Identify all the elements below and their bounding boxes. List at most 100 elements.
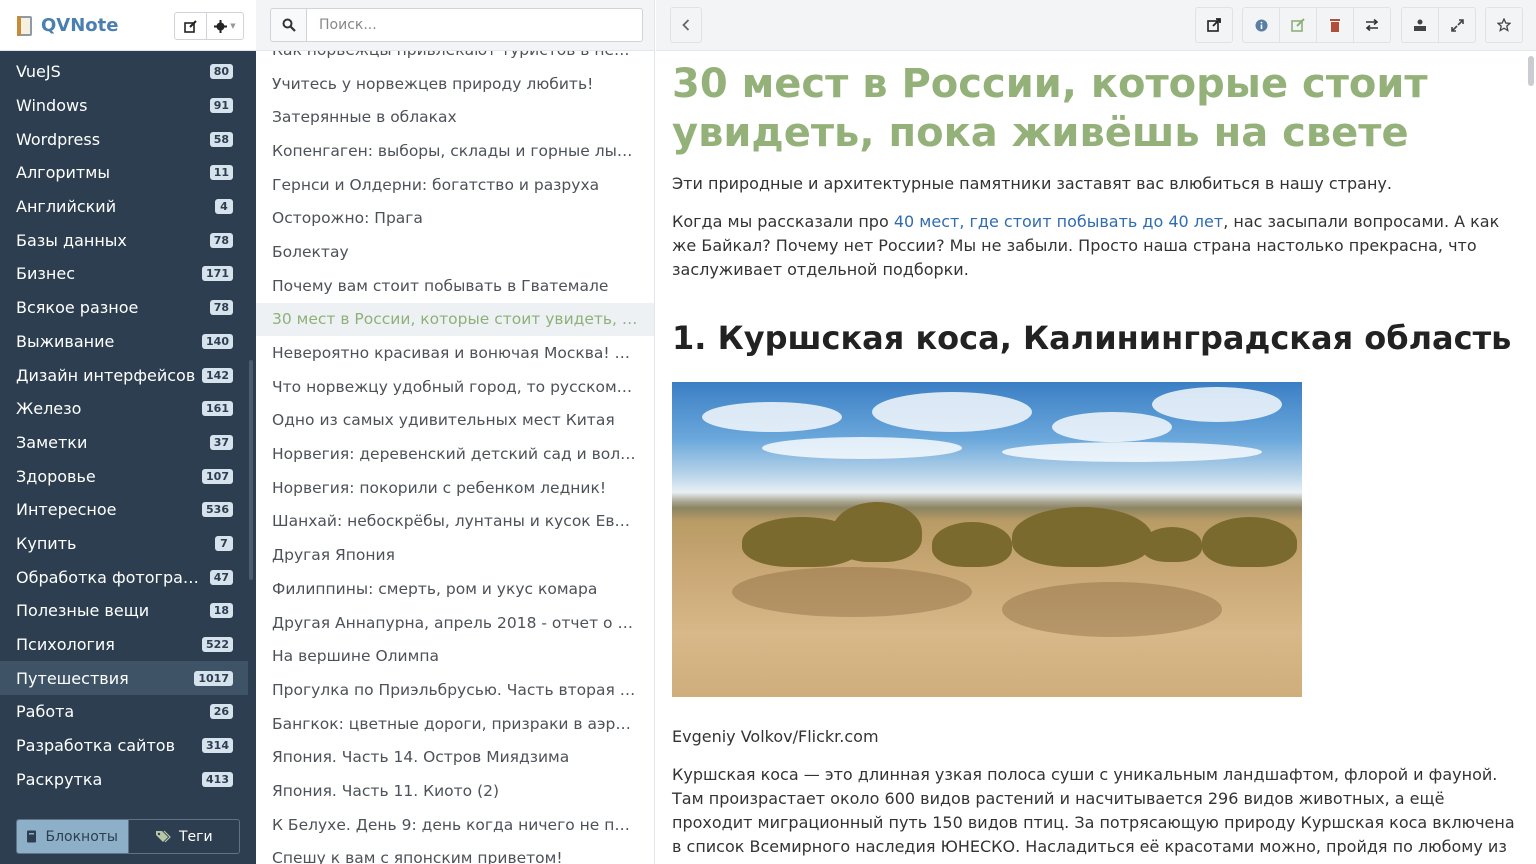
note-list-item[interactable]: Прогулка по Приэльбрусью. Часть вторая и… <box>256 673 654 707</box>
notebook-item[interactable]: Интересное 536 <box>0 493 248 527</box>
notebook-label: Здоровье <box>16 466 96 486</box>
star-icon <box>1497 18 1511 32</box>
note-list-item[interactable]: Шанхай: небоскрёбы, лунтаны и кусок Евро… <box>256 505 654 539</box>
note-list-item[interactable]: Филиппины: смерть, ром и укус комара <box>256 572 654 606</box>
notebook-item[interactable]: Купить 7 <box>0 527 248 561</box>
notebook-item[interactable]: Алгоритмы 11 <box>0 156 248 190</box>
notebook-item[interactable]: Работа 26 <box>0 695 248 729</box>
article-link[interactable]: 40 мест, где стоит побывать до 40 лет <box>894 212 1223 231</box>
note-title-label: Шанхай: небоскрёбы, лунтаны и кусок Евро… <box>272 512 639 531</box>
fullscreen-button[interactable] <box>1438 7 1476 43</box>
notebook-label: Windows <box>16 96 88 116</box>
notebook-count-badge: 536 <box>202 502 233 518</box>
notebook-item[interactable]: Wordpress 58 <box>0 122 248 156</box>
note-list-item[interactable]: Гернси и Олдерни: богатство и разруха <box>256 168 654 202</box>
notebook-label: Бизнес <box>16 264 75 284</box>
open-external-button[interactable] <box>1195 7 1233 43</box>
notebook-item[interactable]: Разработка сайтов 314 <box>0 729 248 763</box>
note-list-item[interactable]: Невероятно красивая и вонючая Москва! Фо… <box>256 336 654 370</box>
notebook-item[interactable]: VueJS 80 <box>0 55 248 89</box>
note-list-item[interactable]: Что норвежцу удобный город, то русскому … <box>256 370 654 404</box>
notebook-label: Железо <box>16 399 82 419</box>
chevron-left-icon <box>682 19 690 31</box>
notebook-item[interactable]: Железо 161 <box>0 392 248 426</box>
notebook-item[interactable]: Обработка фотографий 47 <box>0 560 248 594</box>
article-photo <box>672 382 1302 697</box>
note-list-item[interactable]: Другая Аннапурна, апрель 2018 - отчет о … <box>256 606 654 640</box>
notebook-item[interactable]: Раскрутка 413 <box>0 762 248 796</box>
notebook-item[interactable]: Выживание 140 <box>0 325 248 359</box>
note-title-label: Другая Япония <box>272 546 395 565</box>
note-list-item[interactable]: Норвегия: деревенский детский сад и воль… <box>256 437 654 471</box>
notebook-item[interactable]: Бизнес 171 <box>0 257 248 291</box>
sidebar-scrollbar[interactable] <box>249 360 253 580</box>
notebook-count-badge: 78 <box>209 232 233 248</box>
search-button[interactable] <box>270 8 306 42</box>
reader-icon <box>1414 19 1426 31</box>
presentation-button[interactable] <box>1401 7 1439 43</box>
note-title-label: Одно из самых удивительных мест Китая <box>272 411 615 430</box>
note-list-item[interactable]: На вершине Олимпа <box>256 639 654 673</box>
note-list-item[interactable]: К Белухе. День 9: день когда ничего не п… <box>256 808 654 842</box>
tags-tab[interactable]: Теги <box>127 820 240 853</box>
notebook-count-badge: 1017 <box>194 670 233 686</box>
info-button[interactable] <box>1242 7 1280 43</box>
note-list-item[interactable]: Япония. Часть 11. Киото (2) <box>256 774 654 808</box>
notebook-item[interactable]: Здоровье 107 <box>0 459 248 493</box>
note-list-item[interactable]: Осторожно: Прага <box>256 201 654 235</box>
note-list-item[interactable]: Япония. Часть 14. Остров Миядзима <box>256 740 654 774</box>
note-title-label: Другая Аннапурна, апрель 2018 - отчет о … <box>272 613 639 632</box>
notebook-count-badge: 142 <box>202 367 233 383</box>
new-note-button[interactable] <box>175 13 206 39</box>
notebook-item[interactable]: Дизайн интерфейсов 142 <box>0 358 248 392</box>
notebook-item[interactable]: Полезные вещи 18 <box>0 594 248 628</box>
photo-caption: Evgeniy Volkov/Flickr.com <box>672 727 879 746</box>
notebook-count-badge: 7 <box>215 535 233 551</box>
notebook-count-badge: 314 <box>202 738 233 754</box>
notebook-count-badge: 18 <box>209 603 233 619</box>
header-buttons: ▼ <box>174 12 244 40</box>
notebook-count-badge: 107 <box>202 468 233 484</box>
edit-note-button[interactable] <box>1279 7 1317 43</box>
notebook-item[interactable]: Английский 4 <box>0 190 248 224</box>
notebook-count-badge: 91 <box>209 98 233 114</box>
note-list-item[interactable]: Норвегия: покорили с ребенком ледник! <box>256 471 654 505</box>
notebook-label: Раскрутка <box>16 769 103 789</box>
note-list-item[interactable]: Болектау <box>256 235 654 269</box>
notebook-count-badge: 11 <box>209 165 233 181</box>
notebook-item[interactable]: Базы данных 78 <box>0 223 248 257</box>
back-button[interactable] <box>670 7 702 43</box>
app-header: QVNote ▼ <box>0 0 256 51</box>
note-list-item[interactable]: 30 мест в России, которые стоит увидеть,… <box>256 302 654 337</box>
notebooks-tab[interactable]: Блокноты <box>17 820 128 853</box>
note-list-item[interactable]: Спешу к вам с японским приветом! <box>256 842 654 864</box>
note-list: Как норвежцы привлекают туристов в необы… <box>256 33 654 864</box>
note-title: 30 мест в России, которые стоит увидеть,… <box>672 61 1428 156</box>
notebook-item[interactable]: Заметки 37 <box>0 426 248 460</box>
notebook-count-badge: 140 <box>202 333 233 349</box>
note-list-item[interactable]: Почему вам стоит побывать в Гватемале <box>256 269 654 303</box>
search-bar <box>256 0 654 51</box>
note-list-item[interactable]: Учитесь у норвежцев природу любить! <box>256 67 654 101</box>
notebook-item[interactable]: Windows 91 <box>0 89 248 123</box>
settings-button[interactable]: ▼ <box>206 13 243 39</box>
notebook-item[interactable]: Путешествия 1017 <box>0 661 248 696</box>
view-toggle: Блокноты Теги <box>16 819 240 854</box>
note-list-item[interactable]: Затерянные в облаках <box>256 100 654 134</box>
delete-note-button[interactable] <box>1316 7 1354 43</box>
content-scrollbar[interactable] <box>1528 56 1534 86</box>
note-list-item[interactable]: Другая Япония <box>256 538 654 572</box>
notebook-item[interactable]: Всякое разное 78 <box>0 291 248 325</box>
app-title: QVNote <box>41 15 119 36</box>
intro-paragraph: Когда мы рассказали про 40 мест, где сто… <box>672 212 1500 279</box>
favorite-button[interactable] <box>1485 7 1523 43</box>
note-list-item[interactable]: Одно из самых удивительных мест Китая <box>256 404 654 438</box>
search-input[interactable] <box>306 8 643 42</box>
note-list-item[interactable]: Копенгаген: выборы, склады и горные лыжи <box>256 134 654 168</box>
note-title-label: На вершине Олимпа <box>272 647 439 666</box>
notebook-label: Путешествия <box>16 668 129 688</box>
edit-icon <box>1291 18 1305 32</box>
move-note-button[interactable] <box>1353 7 1391 43</box>
notebook-item[interactable]: Психология 522 <box>0 628 248 662</box>
note-list-item[interactable]: Бангкок: цветные дороги, призраки в аэро… <box>256 707 654 741</box>
